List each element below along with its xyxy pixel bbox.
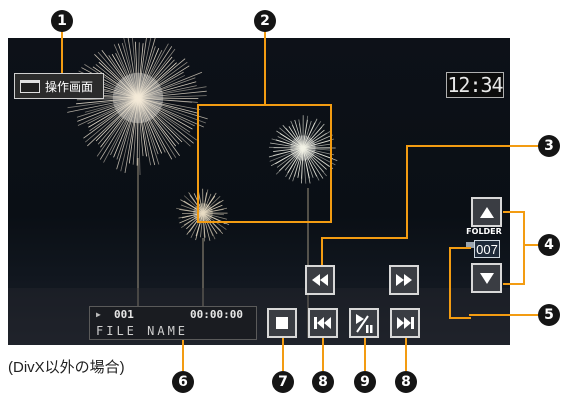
folder-up-button[interactable] (471, 197, 502, 227)
callout-5: 5 (538, 304, 560, 326)
callout-line-2 (264, 30, 266, 105)
file-name: FILE NAME (96, 324, 189, 338)
fast-forward-icon (396, 274, 412, 286)
callout-line-6 (182, 340, 184, 371)
stop-button[interactable] (267, 308, 297, 338)
play-pause-icon (356, 314, 373, 333)
callout-line-3a (406, 145, 408, 238)
callout-1: 1 (51, 10, 73, 32)
callout-line-5 (469, 314, 539, 316)
callout-6: 6 (172, 371, 194, 393)
callout-line-9 (364, 338, 366, 371)
callout-bracket-5 (449, 247, 471, 319)
fast-forward-button[interactable] (389, 265, 419, 295)
next-button[interactable] (390, 308, 420, 338)
stop-icon (276, 317, 288, 329)
operation-screen-label: 操作画面 (45, 79, 94, 94)
callout-3: 3 (538, 135, 560, 157)
folder-number: 007 (474, 240, 500, 258)
play-pause-button[interactable] (349, 308, 379, 338)
skip-previous-icon (314, 317, 331, 329)
callout-9: 9 (354, 371, 376, 393)
track-number: 001 (114, 308, 134, 321)
callout-2: 2 (254, 10, 276, 32)
arrow-up-icon (479, 206, 494, 218)
folder-label: FOLDER (466, 227, 502, 236)
elapsed-time: 00:00:00 (190, 308, 243, 321)
callout-bracket-4 (503, 211, 525, 285)
operation-screen-button[interactable]: 操作画面 (14, 73, 104, 99)
callout-4: 4 (538, 234, 560, 256)
callout-7: 7 (272, 371, 294, 393)
note-text: (DivX以外の場合) (8, 359, 125, 376)
rewind-icon (312, 274, 328, 286)
callout-line-4 (523, 244, 539, 246)
callout-line-7 (282, 338, 284, 371)
callout-line-3b (322, 237, 408, 239)
callout-bracket-2 (197, 104, 332, 223)
rewind-button[interactable] (305, 265, 335, 295)
callout-line-3h (407, 145, 539, 147)
callout-line-8a (322, 338, 324, 371)
track-info-panel: ▶ 001 00:00:00 FILE NAME (89, 306, 257, 340)
callout-line-8b (405, 338, 407, 371)
folder-down-button[interactable] (471, 263, 502, 293)
arrow-down-icon (479, 272, 494, 284)
skip-next-icon (397, 317, 414, 329)
callout-8a: 8 (312, 371, 334, 393)
screen-icon (20, 79, 40, 93)
clock-display: 12:34 (446, 72, 504, 98)
callout-line-1 (61, 31, 63, 73)
callout-8b: 8 (395, 371, 417, 393)
play-status-icon: ▶ (96, 310, 101, 319)
callout-line-3c (321, 237, 323, 265)
previous-button[interactable] (308, 308, 338, 338)
